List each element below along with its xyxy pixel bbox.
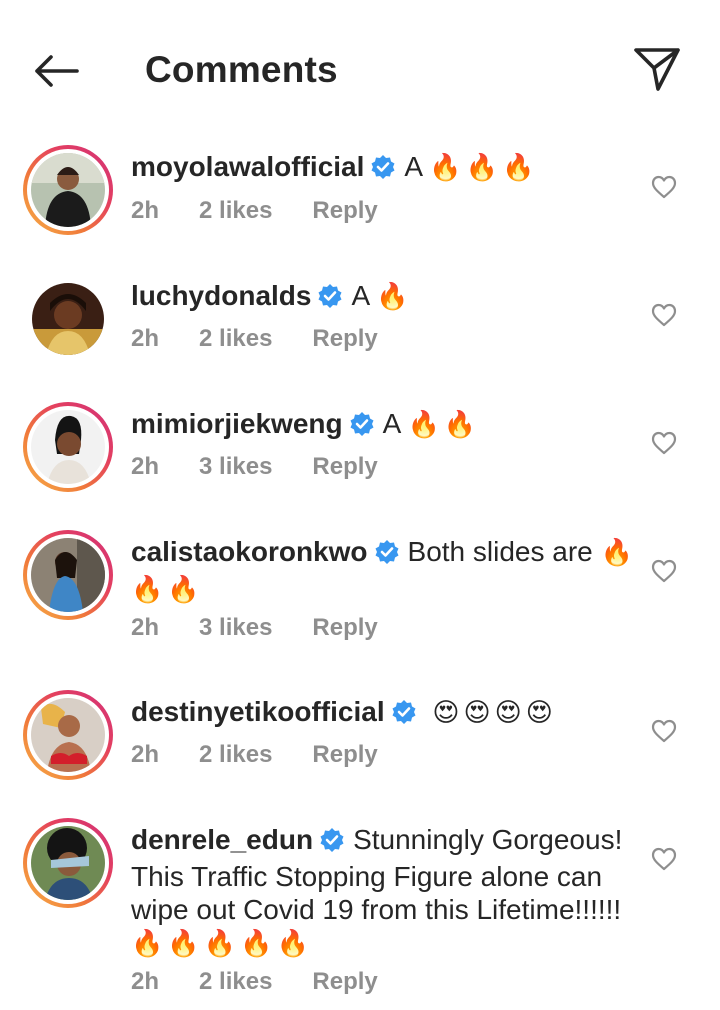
- like-button[interactable]: [649, 716, 679, 746]
- like-button[interactable]: [649, 300, 679, 330]
- comment-emojis: 🔥🔥🔥🔥🔥: [131, 929, 313, 959]
- comment-emojis: 🔥🔥🔥: [429, 153, 539, 183]
- comment-time: 2h: [131, 197, 160, 224]
- top-bar: Comments: [0, 0, 720, 140]
- heart-icon: [651, 303, 677, 327]
- verified-badge-icon: [349, 411, 375, 444]
- avatar[interactable]: [23, 690, 113, 780]
- verified-badge-icon: [317, 283, 343, 316]
- heart-icon: [651, 431, 677, 455]
- heart-icon: [651, 175, 677, 199]
- comment-time: 2h: [131, 741, 160, 768]
- reply-button[interactable]: Reply: [312, 324, 377, 354]
- paper-plane-icon: [634, 48, 680, 91]
- reply-button[interactable]: Reply: [312, 967, 377, 997]
- reply-button[interactable]: Reply: [312, 196, 377, 226]
- comment-time: 2h: [131, 325, 160, 352]
- comment-likes[interactable]: 2 likes: [199, 196, 272, 226]
- comment-emojis: 😍😍😍😍: [432, 698, 557, 728]
- avatar[interactable]: [32, 283, 104, 355]
- reply-button[interactable]: Reply: [312, 613, 377, 643]
- verified-badge-icon: [374, 539, 400, 572]
- avatar[interactable]: [23, 402, 113, 492]
- comment-time: 2h: [131, 968, 160, 995]
- comment-text: A: [404, 151, 422, 182]
- comment-username[interactable]: luchydonalds: [131, 280, 311, 311]
- like-button[interactable]: [649, 556, 679, 586]
- comment-text: A: [382, 408, 400, 439]
- avatar[interactable]: [23, 818, 113, 908]
- verified-badge-icon: [319, 827, 345, 860]
- comment-likes[interactable]: 2 likes: [199, 967, 272, 997]
- comment-username[interactable]: destinyetikoofficial: [131, 696, 385, 727]
- page-title: Comments: [145, 49, 338, 90]
- comment-likes[interactable]: 2 likes: [199, 324, 272, 354]
- back-button[interactable]: [26, 46, 84, 96]
- comment-likes[interactable]: 3 likes: [199, 613, 272, 643]
- comment-username[interactable]: denrele_edun: [131, 824, 313, 855]
- comment-username[interactable]: calistaokoronkwo: [131, 536, 368, 567]
- heart-icon: [651, 559, 677, 583]
- like-button[interactable]: [649, 428, 679, 458]
- comment-emojis: 🔥: [376, 282, 413, 312]
- comment-text: Both slides are: [407, 536, 593, 567]
- share-button[interactable]: [628, 40, 686, 98]
- like-button[interactable]: [649, 172, 679, 202]
- comment-likes[interactable]: 2 likes: [199, 740, 272, 770]
- verified-badge-icon: [391, 699, 417, 732]
- reply-button[interactable]: Reply: [312, 452, 377, 482]
- comment-time: 2h: [131, 453, 160, 480]
- avatar[interactable]: [23, 145, 113, 235]
- comment-likes[interactable]: 3 likes: [199, 452, 272, 482]
- heart-icon: [651, 847, 677, 871]
- comment-time: 2h: [131, 614, 160, 641]
- comment-username[interactable]: moyolawalofficial: [131, 151, 364, 182]
- avatar[interactable]: [23, 530, 113, 620]
- comment-emojis: 🔥🔥: [407, 410, 481, 440]
- arrow-left-icon: [35, 55, 79, 87]
- comment-username[interactable]: mimiorjiekweng: [131, 408, 343, 439]
- heart-icon: [651, 719, 677, 743]
- verified-badge-icon: [370, 154, 396, 187]
- comment-text: A: [351, 280, 369, 311]
- reply-button[interactable]: Reply: [312, 740, 377, 770]
- like-button[interactable]: [649, 844, 679, 874]
